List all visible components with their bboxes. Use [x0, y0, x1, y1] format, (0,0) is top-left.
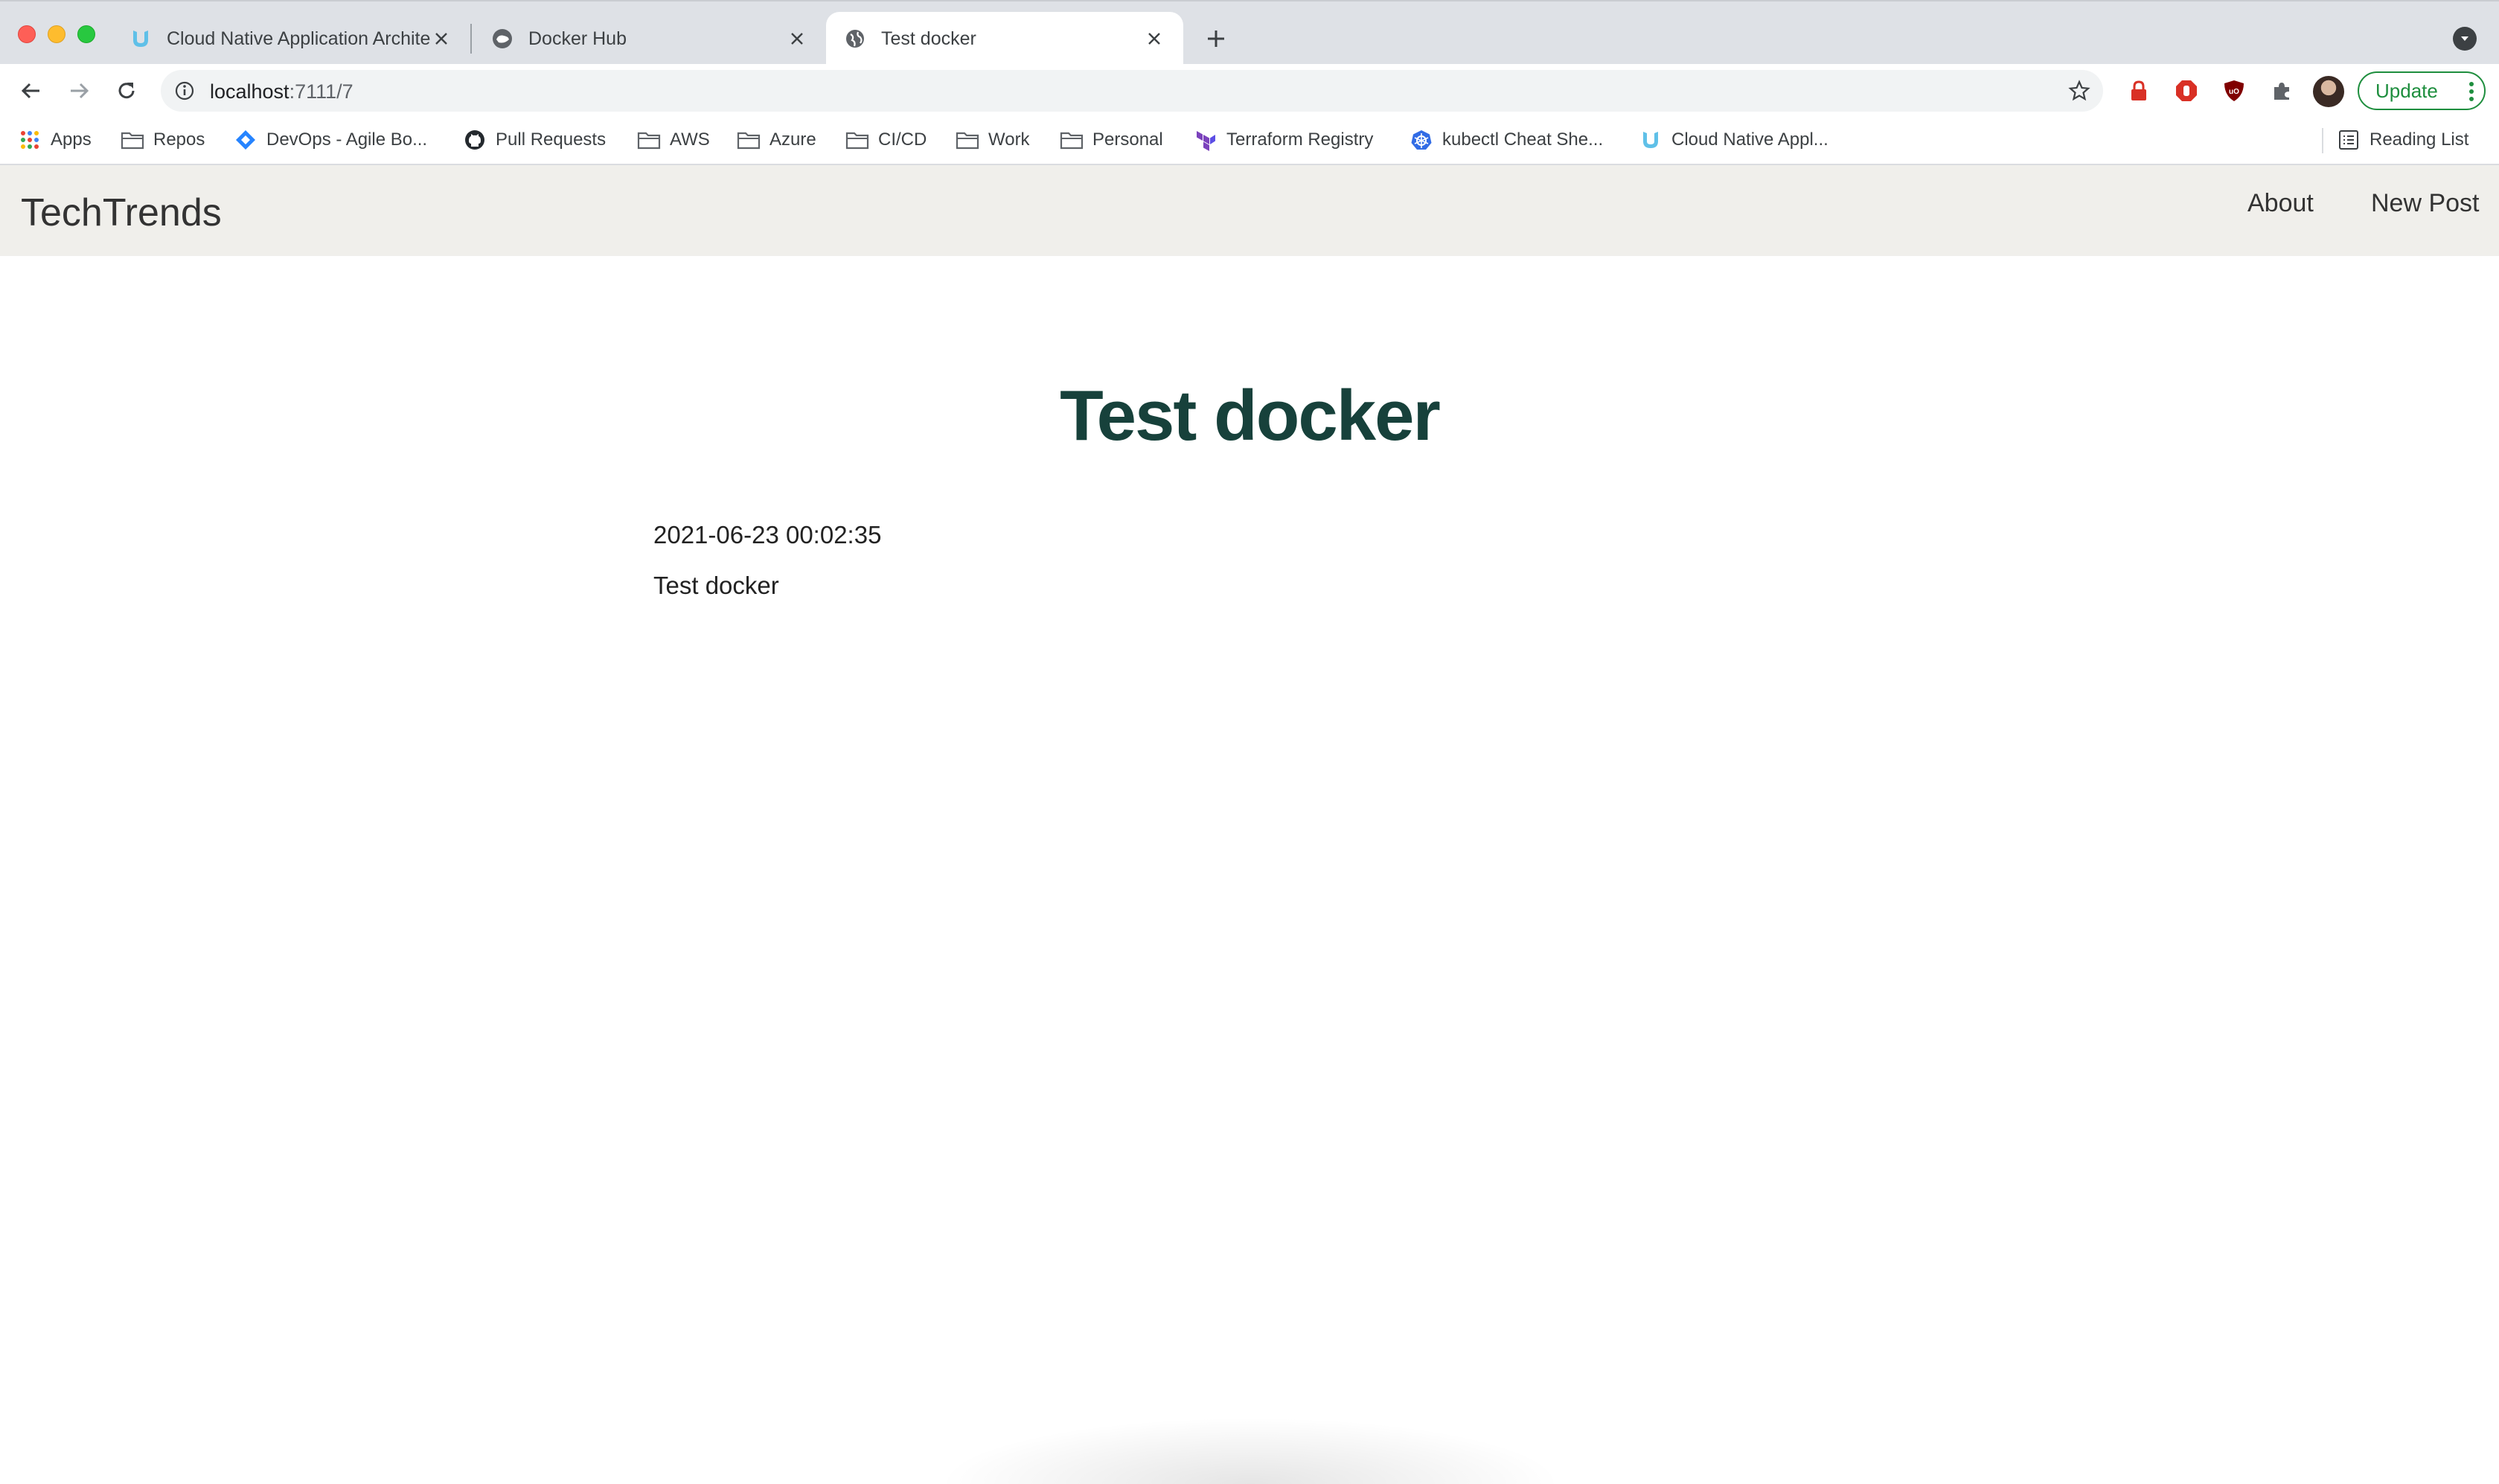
browser-toolbar: localhost:7111/7 uO Update — [0, 64, 2499, 118]
forward-button[interactable] — [63, 74, 95, 107]
profile-avatar[interactable] — [2313, 76, 2344, 107]
globe-icon — [844, 28, 866, 50]
post-content: Test docker 2021-06-23 00:02:35 Test doc… — [0, 256, 2499, 1484]
back-button[interactable] — [15, 74, 48, 107]
close-icon[interactable] — [430, 28, 452, 50]
bookmark-label: Cloud Native Appl... — [1671, 129, 1828, 150]
close-icon[interactable] — [1143, 28, 1165, 50]
bookmark-work[interactable]: Work — [956, 125, 1030, 155]
folder-icon — [845, 128, 869, 152]
tab-strip: Cloud Native Application Architecture Do… — [0, 0, 2499, 65]
bookmark-star-icon[interactable] — [2066, 77, 2093, 104]
tab-divider — [470, 24, 472, 54]
reading-list-button[interactable]: Reading List — [2337, 125, 2468, 155]
update-button[interactable]: Update — [2358, 71, 2486, 110]
udacity-icon — [1639, 128, 1663, 152]
extensions-puzzle-icon[interactable] — [2268, 77, 2295, 104]
reading-list-icon — [2337, 128, 2361, 152]
bookmark-label: Azure — [769, 129, 816, 150]
tab-test-docker[interactable]: Test docker — [826, 12, 1183, 65]
tab-search-button[interactable] — [2453, 27, 2477, 51]
address-bar[interactable]: localhost:7111/7 — [161, 70, 2103, 112]
tab-title: Test docker — [881, 28, 976, 49]
bookmark-label: Repos — [153, 129, 205, 150]
bookmark-azure[interactable]: Azure — [737, 125, 816, 155]
site-navbar: TechTrends About New Post — [0, 165, 2499, 256]
window-zoom-button[interactable] — [77, 25, 95, 43]
folder-icon — [637, 128, 661, 152]
bookmark-apps[interactable]: Apps — [18, 125, 92, 155]
kubernetes-icon — [1410, 128, 1433, 152]
folder-icon — [737, 128, 761, 152]
url-text: localhost:7111/7 — [210, 80, 353, 103]
arrow-left-icon — [21, 83, 39, 99]
bookmark-label: kubectl Cheat She... — [1442, 129, 1604, 150]
bookmark-terraform[interactable]: Terraform Registry — [1194, 125, 1373, 155]
info-icon[interactable] — [173, 79, 196, 103]
bookmark-label: AWS — [670, 129, 710, 150]
bookmark-label: Apps — [51, 129, 92, 150]
github-icon — [463, 128, 487, 152]
bookmarks-divider — [2322, 128, 2323, 153]
window-close-button[interactable] — [18, 25, 36, 43]
plus-icon — [1208, 31, 1224, 47]
bookmark-label: Terraform Registry — [1226, 129, 1374, 150]
bookmark-personal[interactable]: Personal — [1060, 125, 1163, 155]
url-path: :7111/7 — [289, 80, 353, 103]
terraform-icon — [1194, 128, 1217, 152]
bookmark-aws[interactable]: AWS — [637, 125, 710, 155]
stop-hand-icon[interactable] — [2173, 77, 2200, 104]
reload-button[interactable] — [110, 74, 143, 107]
bookmark-repos[interactable]: Repos — [121, 125, 205, 155]
bookmark-label: DevOps - Agile Bo... — [266, 129, 428, 150]
nav-new-post-link[interactable]: New Post — [2371, 189, 2480, 218]
post-date: 2021-06-23 00:02:35 — [653, 521, 882, 548]
bookmark-devops[interactable]: DevOps - Agile Bo... — [234, 125, 427, 155]
page-bottom-shadow — [938, 1417, 1563, 1484]
browser-window: Cloud Native Application Architecture Do… — [0, 0, 2499, 1484]
kebab-menu-icon[interactable] — [2469, 82, 2474, 101]
bookmark-label: Personal — [1092, 129, 1163, 150]
reading-list-label: Reading List — [2370, 129, 2469, 150]
close-icon[interactable] — [786, 28, 808, 50]
folder-icon — [956, 128, 979, 152]
post-body: Test docker — [653, 572, 779, 599]
ublock-shield-icon[interactable]: uO — [2221, 77, 2247, 104]
post-title: Test docker — [1060, 376, 1441, 455]
svg-text:uO: uO — [2229, 88, 2239, 96]
tab-title: Cloud Native Application Architecture — [167, 28, 430, 49]
tab-title: Docker Hub — [528, 28, 627, 49]
folder-icon — [1060, 128, 1084, 152]
bookmark-kubectl[interactable]: kubectl Cheat She... — [1410, 125, 1603, 155]
bookmark-cloud-native[interactable]: Cloud Native Appl... — [1639, 125, 1828, 155]
bookmark-pull-requests[interactable]: Pull Requests — [463, 125, 606, 155]
password-lock-icon[interactable] — [2125, 77, 2152, 104]
udacity-icon — [129, 28, 152, 50]
folder-icon — [121, 128, 144, 152]
docker-icon — [491, 28, 513, 50]
bookmarks-bar: Apps Repos DevOps - Agile Bo... Pull Req… — [0, 118, 2499, 165]
bookmark-cicd[interactable]: CI/CD — [845, 125, 927, 155]
tab-docker-hub[interactable]: Docker Hub — [473, 12, 826, 65]
chevron-down-icon — [2461, 36, 2468, 41]
bookmark-label: CI/CD — [878, 129, 927, 150]
url-host: localhost — [210, 80, 289, 103]
jira-icon — [234, 128, 257, 152]
update-label: Update — [2375, 79, 2438, 102]
window-minimize-button[interactable] — [48, 25, 65, 43]
nav-about-link[interactable]: About — [2247, 189, 2314, 218]
brand-logo-link[interactable]: TechTrends — [21, 191, 222, 235]
new-tab-button[interactable] — [1201, 24, 1231, 54]
arrow-right-icon — [71, 83, 89, 99]
bookmark-label: Work — [988, 129, 1030, 150]
reload-icon — [118, 83, 135, 99]
apps-grid-icon — [18, 128, 42, 152]
tab-cloud-native[interactable]: Cloud Native Application Architecture — [112, 12, 470, 65]
bookmark-label: Pull Requests — [496, 129, 607, 150]
